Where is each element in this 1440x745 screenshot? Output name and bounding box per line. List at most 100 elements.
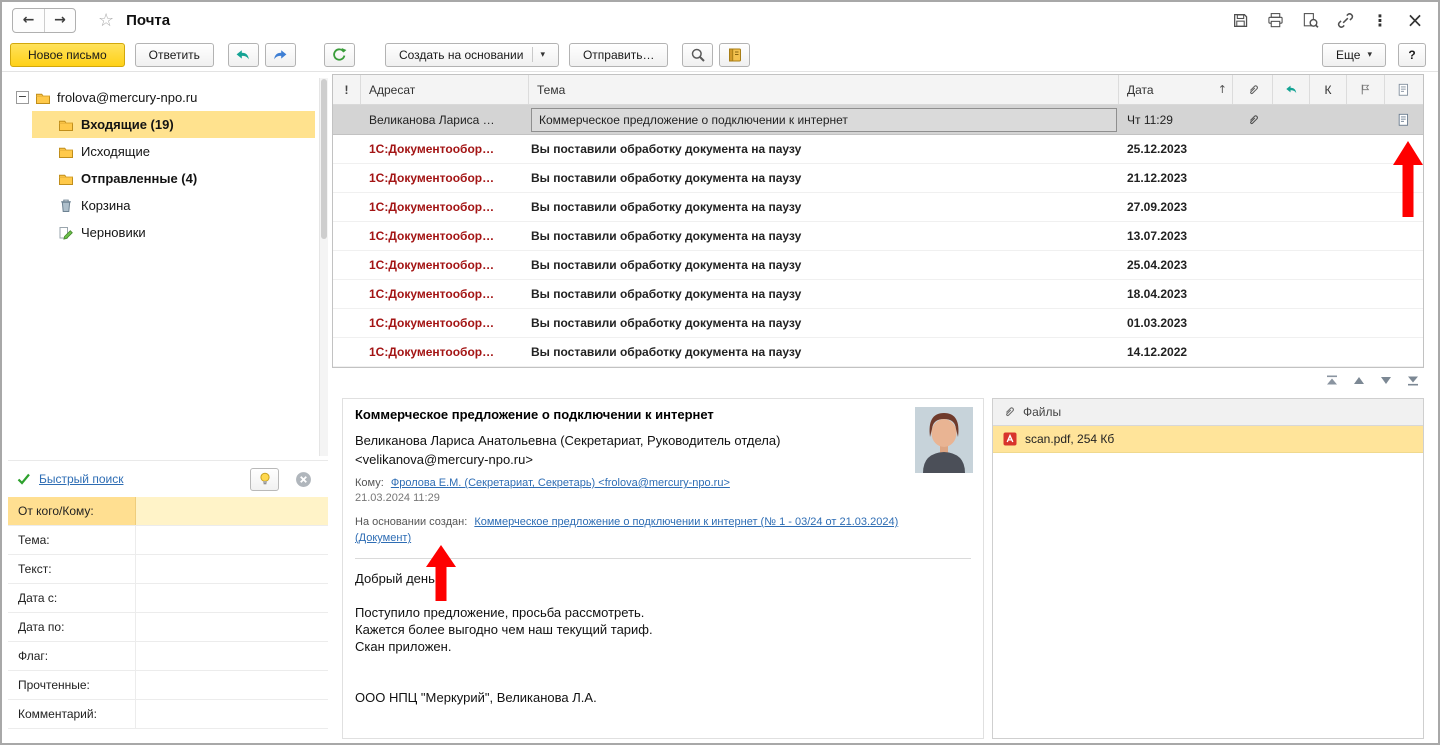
folder-outbox[interactable]: Исходящие (32, 138, 315, 165)
filter-comment-input[interactable] (136, 700, 328, 728)
reply-all-button[interactable] (227, 42, 259, 67)
filter-row: От кого/Кому: (8, 497, 328, 526)
quick-search-link[interactable]: Быстрый поиск (39, 472, 123, 486)
quick-search-header: Быстрый поиск (8, 461, 328, 497)
scroll-up-button[interactable] (1347, 371, 1371, 389)
mail-row[interactable]: 1С:Документообор… Вы поставили обработку… (333, 222, 1423, 251)
col-replied[interactable] (1273, 75, 1310, 104)
collapse-icon[interactable]: − (16, 91, 29, 104)
help-button[interactable]: ? (1398, 42, 1426, 67)
scroll-down-button[interactable] (1374, 371, 1398, 389)
col-note[interactable] (1385, 75, 1423, 104)
refresh-button[interactable] (323, 42, 355, 67)
to-label: Кому: (355, 477, 384, 489)
mail-row-subject: Вы поставили обработку документа на пауз… (531, 200, 802, 214)
mail-row-subject: Вы поставили обработку документа на пауз… (531, 171, 802, 185)
mail-row[interactable]: 1С:Документообор… Вы поставили обработку… (333, 135, 1423, 164)
print-button[interactable] (1264, 9, 1286, 31)
reply-arrow-icon (237, 49, 250, 59)
mail-row-selected[interactable]: Великанова Лариса … Коммерческое предлож… (333, 105, 1423, 135)
mail-row-date: 21.12.2023 (1127, 171, 1188, 185)
filter-read-input[interactable] (136, 671, 328, 699)
filter-date-from-input[interactable] (136, 584, 328, 612)
preview-from-email: <velikanova@mercury-npo.ru> (355, 452, 533, 467)
col-flag[interactable] (1347, 75, 1385, 104)
back-button[interactable]: ← (13, 9, 44, 32)
preview-subject: Коммерческое предложение о подключении к… (355, 407, 714, 422)
address-book-button[interactable] (719, 42, 751, 67)
to-recipient-link[interactable]: Фролова Е.М. (Секретариат, Секретарь) <f… (391, 477, 730, 489)
titlebar: ← → ☆ Почта ⋮ × (2, 2, 1438, 38)
caret-down-icon: ▾ (540, 49, 545, 60)
mail-row[interactable]: 1С:Документообор… Вы поставили обработку… (333, 280, 1423, 309)
more-button[interactable]: Еще ▾ (1322, 42, 1386, 67)
mail-row-subject: Коммерческое предложение о подключении к… (529, 107, 1119, 132)
account-label: frolova@mercury-npo.ru (57, 90, 198, 105)
quick-search-panel: Быстрый поиск От кого/Кому: Тема: Текст: (8, 460, 328, 741)
filter-row: Дата по: (8, 613, 328, 642)
quick-search-form: От кого/Кому: Тема: Текст: Дата с: Дата … (8, 497, 328, 729)
col-k[interactable]: К (1310, 75, 1347, 104)
reply-button[interactable]: Ответить (134, 42, 214, 67)
create-based-on-button[interactable]: Создать на основании ▾ (384, 42, 559, 67)
file-item[interactable]: scan.pdf, 254 Кб (993, 426, 1423, 453)
print-icon (1267, 12, 1283, 27)
folder-label: Исходящие (81, 144, 150, 159)
col-addressee[interactable]: Адресат (361, 75, 529, 104)
search-button[interactable] (682, 42, 714, 67)
filter-label: Текст: (8, 555, 136, 583)
folders-scrollbar[interactable] (319, 78, 328, 456)
mail-row[interactable]: 1С:Документообор… Вы поставили обработку… (333, 193, 1423, 222)
caret-down-icon: ▾ (1367, 49, 1372, 60)
preview-date: 21.03.2024 11:29 (355, 492, 440, 504)
favorite-star-icon[interactable]: ☆ (98, 10, 114, 31)
col-attachment[interactable] (1233, 75, 1273, 104)
filter-flag-input[interactable] (136, 642, 328, 670)
body-line (355, 655, 971, 672)
close-button[interactable]: × (1404, 9, 1426, 31)
hints-button[interactable] (250, 467, 279, 491)
folder-sent[interactable]: Отправленные (4) (32, 165, 315, 192)
clear-filter-button[interactable] (292, 468, 314, 490)
folder-label: Корзина (81, 198, 131, 213)
col-date[interactable]: Дата ↑ (1119, 75, 1233, 104)
folder-inbox[interactable]: Входящие (19) (32, 111, 315, 138)
filter-from-to-input[interactable] (136, 497, 328, 525)
preview-button[interactable] (1299, 9, 1321, 31)
trash-icon (61, 199, 71, 212)
scroll-top-button[interactable] (1320, 371, 1344, 389)
more-menu-button[interactable]: ⋮ (1369, 9, 1391, 31)
forward-button[interactable]: → (44, 8, 75, 32)
mail-row[interactable]: 1С:Документообор… Вы поставили обработку… (333, 338, 1423, 367)
mail-row-date: 25.12.2023 (1127, 142, 1188, 156)
preview-from: Великанова Лариса Анатольевна (Секретари… (355, 431, 971, 469)
folder-trash[interactable]: Корзина (32, 192, 315, 219)
save-button[interactable] (1229, 9, 1251, 31)
filter-text-input[interactable] (136, 555, 328, 583)
filter-date-to-input[interactable] (136, 613, 328, 641)
filter-subject-input[interactable] (136, 526, 328, 554)
mail-row-subject: Вы поставили обработку документа на пауз… (531, 345, 802, 359)
scrollbar-thumb[interactable] (321, 79, 327, 239)
col-subject[interactable]: Тема (529, 75, 1119, 104)
mail-account-node[interactable]: − frolova@mercury-npo.ru (8, 84, 328, 111)
forward-letter-button[interactable] (264, 42, 296, 67)
scroll-bottom-button[interactable] (1401, 371, 1425, 389)
mail-row[interactable]: 1С:Документообор… Вы поставили обработку… (333, 309, 1423, 338)
mail-row[interactable]: 1С:Документообор… Вы поставили обработку… (333, 251, 1423, 280)
flag-icon (1361, 84, 1370, 95)
list-scroll-buttons (1320, 371, 1425, 389)
mail-row-date: 13.07.2023 (1127, 229, 1188, 243)
send-button[interactable]: Отправить… (568, 42, 669, 67)
body-line: Скан приложен. (355, 639, 452, 654)
folder-drafts[interactable]: Черновики (32, 219, 315, 246)
mail-row-date: 25.04.2023 (1127, 258, 1188, 272)
mail-row-date: 18.04.2023 (1127, 287, 1188, 301)
get-link-button[interactable] (1334, 9, 1356, 31)
mail-row[interactable]: 1С:Документообор… Вы поставили обработку… (333, 164, 1423, 193)
forward-icon: → (54, 12, 66, 28)
col-importance[interactable]: ! (333, 75, 361, 104)
new-letter-button[interactable]: Новое письмо (10, 42, 125, 67)
lightbulb-icon (259, 472, 270, 485)
search-icon (691, 48, 705, 62)
